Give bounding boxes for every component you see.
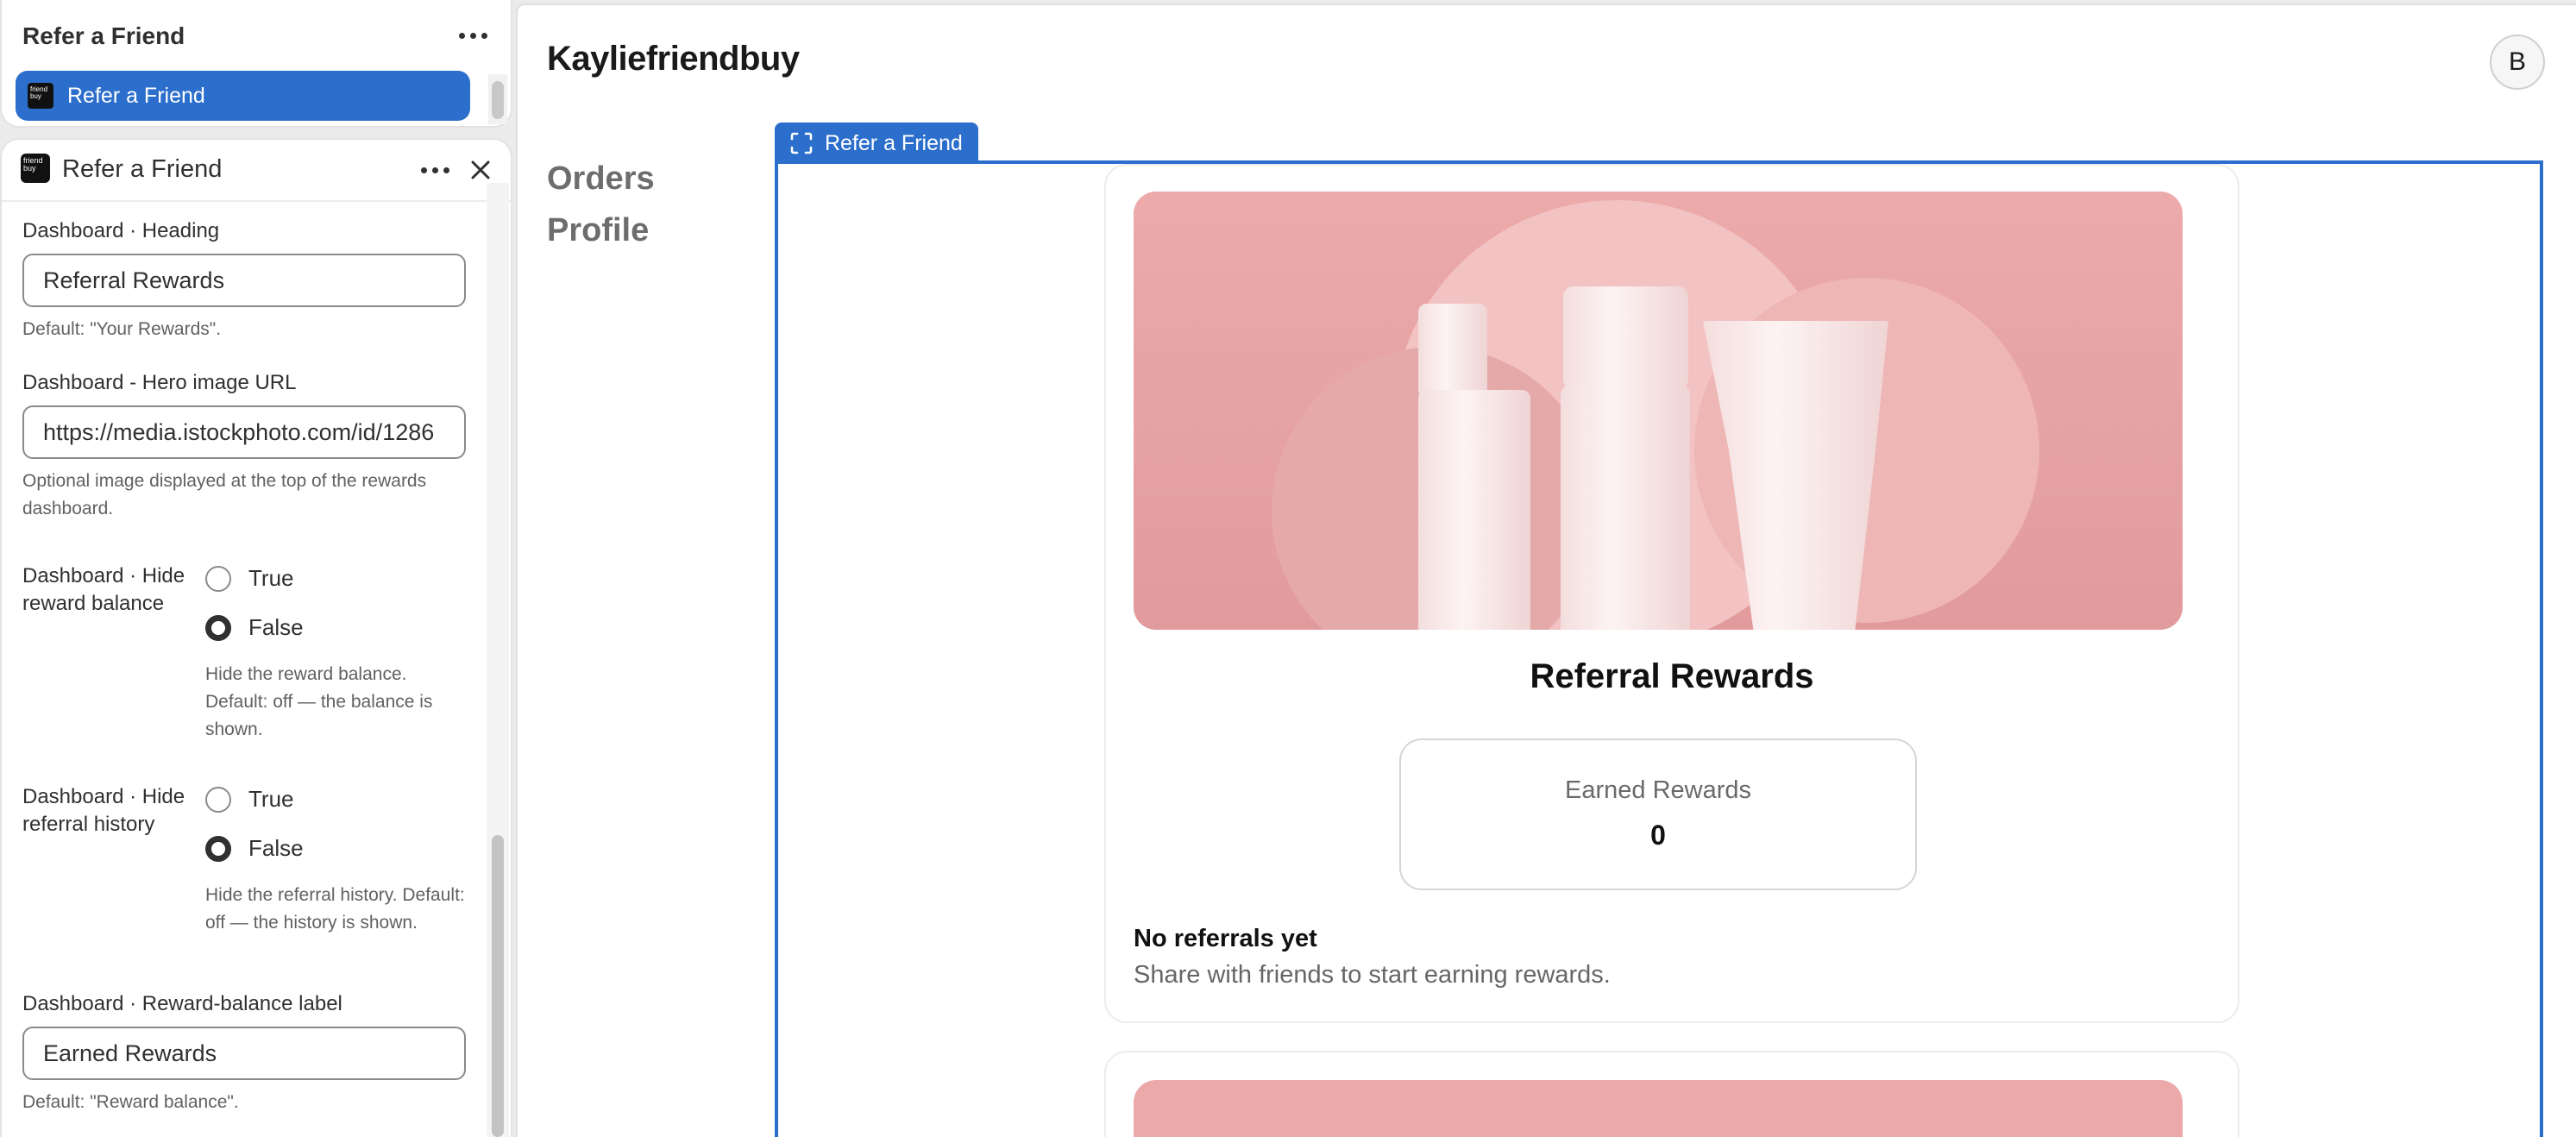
reward-balance-box: Earned Rewards 0 bbox=[1399, 738, 1917, 890]
block-list-item-refer-a-friend[interactable]: friend buy Refer a Friend bbox=[16, 71, 470, 121]
hide-history-help-text: Hide the referral history. Default: off … bbox=[205, 885, 465, 933]
balance-label-input[interactable]: Earned Rewards bbox=[22, 1027, 466, 1080]
hide-balance-help-text: Hide the reward balance. Default: off — … bbox=[205, 664, 433, 739]
hide-balance-true-radio[interactable] bbox=[205, 565, 231, 592]
block-settings-card: friend buy Refer a Friend Dashboard · Hea… bbox=[0, 138, 512, 1137]
reward-balance-value: 0 bbox=[1650, 820, 1666, 851]
empty-state-title: No referrals yet bbox=[1134, 925, 1317, 952]
hero-url-help-text: Optional image displayed at the top of t… bbox=[22, 471, 427, 518]
hero-url-input[interactable]: https://media.istockphoto.com/id/1286 bbox=[22, 405, 466, 459]
storefront-preview: Kayliefriendbuy B Orders Profile Refer a… bbox=[516, 3, 2576, 1137]
reward-balance-label: Earned Rewards bbox=[1565, 776, 1751, 804]
heading-input[interactable]: Referral Rewards bbox=[22, 254, 466, 307]
hide-history-true-option[interactable]: True bbox=[205, 786, 294, 813]
hide-balance-false-option[interactable]: False bbox=[205, 614, 304, 641]
dashboard-heading: Referral Rewards bbox=[1530, 657, 1814, 695]
hide-balance-true-option[interactable]: True bbox=[205, 565, 294, 592]
block-list-scrollbar-thumb[interactable] bbox=[492, 81, 504, 119]
radio-label: True bbox=[248, 786, 294, 812]
radio-label: True bbox=[248, 565, 294, 591]
theme-editor-panel: Refer a Friend friend buy Refer a Friend … bbox=[0, 0, 512, 1137]
avatar[interactable]: B bbox=[2490, 35, 2545, 90]
second-block-card bbox=[1104, 1051, 2240, 1137]
friendbuy-app-icon: friend buy bbox=[21, 154, 50, 183]
selected-block-tab-label: Refer a Friend bbox=[825, 130, 963, 155]
friendbuy-app-icon: friend buy bbox=[28, 83, 53, 109]
hero-url-field-label: Dashboard - Hero image URL bbox=[22, 371, 297, 394]
block-list-title: Refer a Friend bbox=[22, 22, 185, 49]
rewards-dashboard-card: Referral Rewards Earned Rewards 0 No ref… bbox=[1104, 164, 2240, 1023]
store-name[interactable]: Kayliefriendbuy bbox=[547, 40, 800, 79]
hide-history-false-radio[interactable] bbox=[205, 835, 231, 862]
block-settings-header: friend buy Refer a Friend bbox=[2, 140, 511, 202]
radio-label: False bbox=[248, 614, 304, 640]
block-list-card: Refer a Friend friend buy Refer a Friend bbox=[0, 0, 512, 128]
block-list-item-label: Refer a Friend bbox=[67, 83, 205, 108]
nav-link-orders[interactable]: Orders bbox=[547, 160, 655, 198]
nav-link-profile[interactable]: Profile bbox=[547, 212, 649, 249]
heading-field-label: Dashboard · Heading bbox=[22, 219, 220, 242]
heading-help-text: Default: "Your Rewards". bbox=[22, 319, 222, 339]
radio-label: False bbox=[248, 835, 304, 861]
balance-label-field-label: Dashboard · Reward-balance label bbox=[22, 992, 342, 1015]
selected-block-tab[interactable]: Refer a Friend bbox=[775, 122, 978, 164]
hide-balance-false-radio[interactable] bbox=[205, 614, 231, 641]
balance-label-help-text: Default: "Reward balance". bbox=[22, 1092, 239, 1112]
second-hero-image bbox=[1134, 1080, 2183, 1137]
hide-history-label: Dashboard · Hide referral history bbox=[22, 785, 185, 836]
close-icon[interactable] bbox=[468, 157, 493, 183]
block-settings-title: Refer a Friend bbox=[62, 155, 223, 183]
more-actions-icon[interactable] bbox=[459, 33, 487, 39]
hide-balance-label: Dashboard · Hide reward balance bbox=[22, 564, 185, 615]
hero-image-illustration bbox=[1134, 192, 2183, 630]
more-actions-icon[interactable] bbox=[421, 167, 449, 173]
hero-image bbox=[1134, 192, 2183, 630]
block-select-icon bbox=[790, 132, 813, 154]
hide-history-true-radio[interactable] bbox=[205, 786, 231, 813]
empty-state-subtitle: Share with friends to start earning rewa… bbox=[1134, 961, 1611, 989]
hide-history-false-option[interactable]: False bbox=[205, 835, 304, 862]
settings-scrollbar-thumb[interactable] bbox=[492, 835, 504, 1137]
